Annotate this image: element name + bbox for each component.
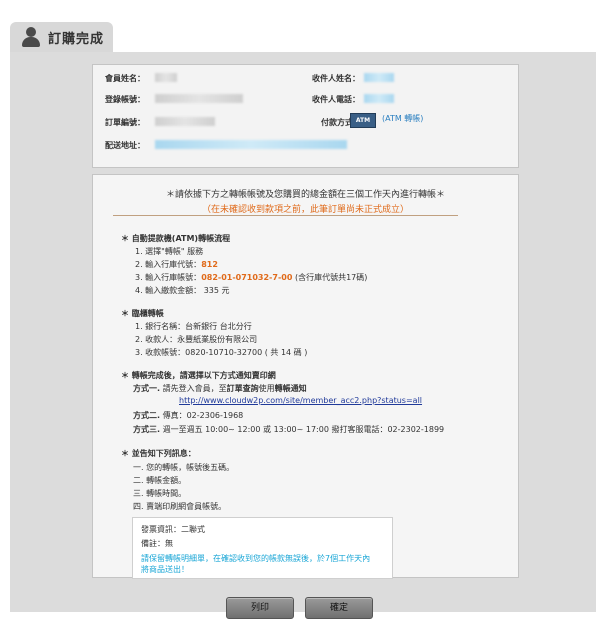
member-name-label: 會員姓名： [105, 74, 145, 83]
counter-item2: 2. 收款人：永豐紙業股份有限公司 [135, 335, 258, 344]
bank-code: 812 [201, 260, 218, 269]
recipient-name-label: 收件人姓名： [312, 74, 360, 83]
order-number-label: 訂單編號： [105, 118, 145, 127]
payment-instructions-box: ＊請依據下方之轉帳帳號及您購買的總金額在三個工作天內進行轉帳＊ （在未確認收到款… [92, 174, 519, 579]
order-panel: 會員姓名： 登錄帳號： 訂單編號： 配送地址： 收件人姓名： 收件人電話： 付款… [10, 52, 596, 612]
address-label: 配送地址： [105, 141, 145, 150]
recipient-name-value [364, 73, 394, 82]
account-number: 082-01-071032-7-00 [201, 273, 293, 282]
counter-header: ＊ 臨櫃轉帳 [121, 309, 164, 318]
inform-header: ＊ 並告知下列訊息： [121, 449, 196, 458]
notify-method1: 方式一. 請先登入會員，至訂單查詢使用轉帳通知 [133, 384, 307, 393]
member-info-box: 會員姓名： 登錄帳號： 訂單編號： 配送地址： 收件人姓名： 收件人電話： 付款… [92, 64, 519, 168]
notice-line1: ＊請依據下方之轉帳帳號及您購買的總金額在三個工作天內進行轉帳＊ [165, 190, 445, 200]
inform-item4: 四. 賣端印刷網會員帳號。 [133, 502, 227, 511]
page-tab: 訂購完成 [10, 22, 113, 52]
inform-item3: 三. 轉帳時間。 [133, 489, 187, 498]
user-icon [20, 26, 42, 48]
invoice-info: 發票資訊：二聯式 [141, 525, 205, 534]
divider [113, 215, 458, 216]
shipping-note-2: 將商品送出！ [141, 565, 189, 574]
order-note-box: 發票資訊：二聯式 備註：無 請保留轉帳明細單，在確認收到您的帳款無誤後，於7個工… [132, 517, 393, 579]
order-number-value [155, 117, 215, 126]
atm-icon: ATM [350, 113, 376, 128]
payment-value: (ATM 轉帳) [382, 114, 424, 123]
counter-item3: 3. 收款帳號：0820-10710-32700 ( 共 14 碼 ) [135, 348, 308, 357]
shipping-note-1: 請保留轉帳明細單，在確認收到您的帳款無誤後，於7個工作天內 [141, 554, 371, 563]
account-value [155, 94, 243, 103]
counter-item1: 1. 銀行名稱：台新銀行 台北分行 [135, 322, 252, 331]
recipient-phone-label: 收件人電話： [312, 95, 360, 104]
atm-step3: 3. 輸入行庫帳號：082-01-071032-7-00 (含行庫代號共17碼) [135, 273, 368, 282]
inform-item1: 一. 您的轉帳，帳號後五碼。 [133, 463, 235, 472]
notify-header: ＊ 轉帳完成後，請選擇以下方式通知賣印網 [121, 371, 276, 380]
inform-item2: 二. 轉帳金額。 [133, 476, 187, 485]
address-value [155, 140, 347, 149]
atm-step2: 2. 輸入行庫代號：812 [135, 260, 218, 269]
notify-method3: 方式三. 週一至週五 10:00~ 12:00 或 13:00~ 17:00 撥… [133, 425, 445, 434]
member-name-value [155, 73, 177, 82]
notice-line2: （在未確認收到款項之前，此筆訂單尚未正式成立） [201, 205, 409, 215]
page-title: 訂購完成 [48, 31, 105, 47]
print-button[interactable]: 列印 [226, 597, 294, 619]
confirm-button[interactable]: 確定 [305, 597, 373, 619]
notify-method2: 方式二. 傳真：02-2306-1968 [133, 411, 244, 420]
remark: 備註：無 [141, 539, 173, 548]
atm-step4: 4. 輸入繳款金額： 335 元 [135, 286, 230, 295]
atm-header: ＊ 自動提款機(ATM)轉帳流程 [121, 234, 231, 243]
recipient-phone-value [364, 94, 394, 103]
notify-link[interactable]: http://www.cloudw2p.com/site/member_acc2… [179, 396, 422, 405]
atm-step1: 1. 選擇"轉帳" 服務 [135, 247, 204, 256]
account-label: 登錄帳號： [105, 95, 145, 104]
